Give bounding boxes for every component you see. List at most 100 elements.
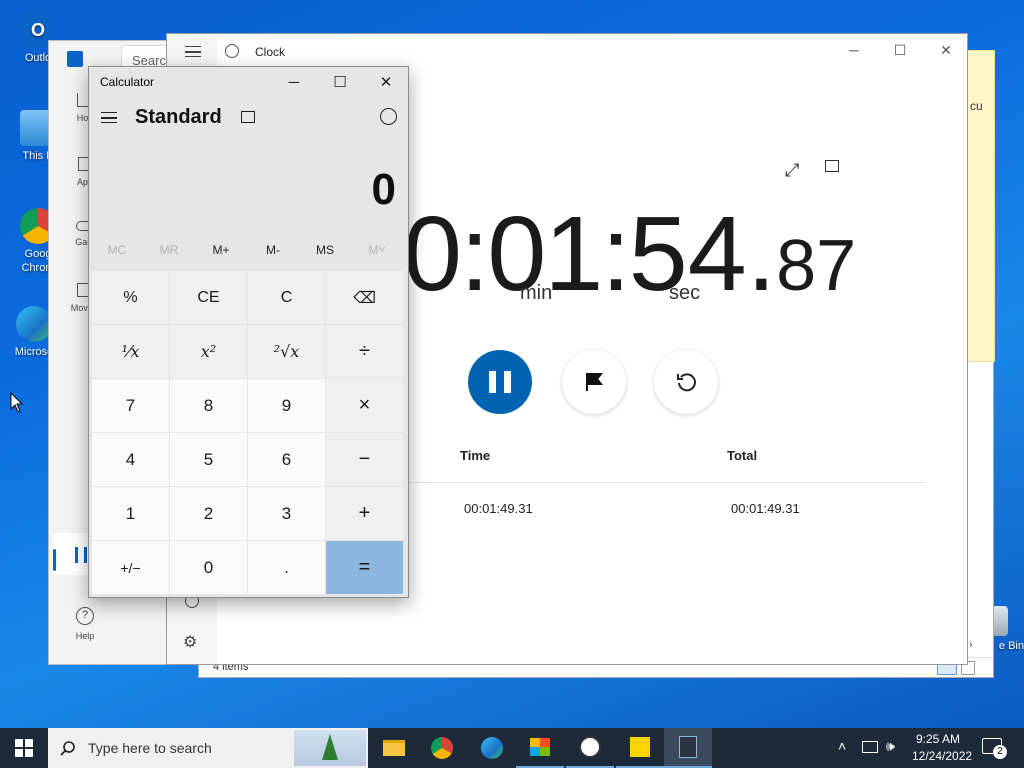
stopwatch-hundredths: 87 [776,226,857,306]
pause-icon [489,371,511,393]
taskbar: Type here to search ˄ 🕪 9:25 AM 12/24/20… [0,728,1024,768]
taskbar-edge[interactable] [468,728,516,768]
stopwatch-time-display: 0:01:54.87 [403,194,856,315]
sticky-note-text: cu [970,99,983,113]
memory-store-button[interactable]: MS [299,243,351,257]
expand-icon[interactable]: ⤢ [785,160,799,181]
digit-9-button[interactable]: 9 [248,379,325,432]
square-button[interactable]: x² [170,325,247,378]
digit-2-button[interactable]: 2 [170,487,247,540]
clock-maximize-button[interactable]: ☐ [877,34,923,66]
lap-time: 00:01:49.31 [464,501,533,516]
equals-button[interactable]: = [326,541,403,594]
compact-overlay-icon[interactable] [825,160,839,172]
folder-icon [383,740,405,756]
clear-button[interactable]: C [248,271,325,324]
memory-add-button[interactable]: M+ [195,243,247,257]
calculator-window: Calculator ─ ☐ ✕ Standard 0 MC MR M+ M- … [88,66,409,598]
windows-logo-icon [15,739,33,757]
calc-mode-title: Standard [135,106,222,128]
notification-count-badge: 2 [993,745,1007,759]
calc-close-button[interactable]: ✕ [363,67,409,97]
digit-7-button[interactable]: 7 [92,379,169,432]
memory-clear-button[interactable]: MC [91,243,143,257]
settings-gear-icon[interactable]: ⚙ [183,632,197,652]
taskbar-search-placeholder: Type here to search [88,740,212,756]
hamburger-menu-icon[interactable] [185,46,201,57]
digit-8-button[interactable]: 8 [170,379,247,432]
clear-entry-button[interactable]: CE [170,271,247,324]
lap-total: 00:01:49.31 [731,501,800,516]
edge-icon [16,306,52,342]
chrome-icon [431,737,453,759]
taskbar-clock[interactable] [566,728,614,768]
memory-subtract-button[interactable]: M- [247,243,299,257]
laps-header-total: Total [727,448,758,463]
digit-1-button[interactable]: 1 [92,487,169,540]
decimal-button[interactable]: . [248,541,325,594]
laps-row: 00:01:49.31 00:01:49.31 [409,498,925,522]
network-icon[interactable] [862,741,878,753]
taskbar-time[interactable]: 9:25 AM [916,732,960,746]
percent-button[interactable]: % [92,271,169,324]
calculator-window-title: Calculator [100,75,155,89]
help-icon: ? [76,607,94,625]
keep-on-top-icon[interactable] [241,111,255,123]
digit-6-button[interactable]: 6 [248,433,325,486]
store-logo-icon [67,51,83,67]
seconds-unit-label: sec [669,282,701,304]
lap-button[interactable] [562,350,626,414]
multiply-button[interactable]: × [326,379,403,432]
reciprocal-button[interactable]: ¹⁄x [92,325,169,378]
clock-minimize-button[interactable]: ─ [831,34,877,66]
subtract-button[interactable]: − [326,433,403,486]
digit-4-button[interactable]: 4 [92,433,169,486]
taskbar-chrome[interactable] [418,728,466,768]
stopwatch-dot: . [746,195,777,313]
calc-minimize-button[interactable]: ─ [271,67,317,97]
digit-3-button[interactable]: 3 [248,487,325,540]
add-button[interactable]: + [326,487,403,540]
explorer-scroll-right-arrow[interactable]: › [969,639,973,651]
reset-icon [677,373,696,392]
calc-menu-icon[interactable] [101,112,117,123]
mouse-cursor-icon [10,392,24,413]
store-nav-help[interactable]: ? Help [49,607,121,641]
laps-header-time: Time [460,448,491,463]
digit-0-button[interactable]: 0 [170,541,247,594]
taskbar-date[interactable]: 12/24/2022 [912,749,972,763]
reset-button[interactable] [654,350,718,414]
clock-window-title: Clock [255,45,286,59]
calc-display: 0 [371,165,396,214]
taskbar-calculator[interactable] [664,728,712,768]
start-button[interactable] [0,728,48,768]
sticky-notes-icon [630,737,650,757]
notification-center-button[interactable]: 2 [982,738,1007,759]
clock-icon [579,736,601,758]
digit-5-button[interactable]: 5 [170,433,247,486]
taskbar-store[interactable] [516,728,564,768]
taskbar-search-box[interactable]: Type here to search [48,728,368,768]
memory-recall-button[interactable]: MR [143,243,195,257]
memory-list-button[interactable]: M˅ [351,243,403,257]
divide-button[interactable]: ÷ [326,325,403,378]
downloads-bar-icon [75,547,87,563]
store-bag-icon [530,738,550,756]
store-active-indicator [53,549,56,571]
clock-app-icon [225,44,239,58]
show-hidden-icons-chevron[interactable]: ˄ [838,738,846,754]
pause-button[interactable] [468,350,532,414]
calc-maximize-button[interactable]: ☐ [317,67,363,97]
minutes-unit-label: min [520,282,553,304]
square-root-button[interactable]: ²√x [248,325,325,378]
taskbar-sticky-notes[interactable] [616,728,664,768]
clock-close-button[interactable]: ✕ [923,34,969,66]
backspace-button[interactable]: ⌫ [326,271,403,324]
history-icon[interactable] [380,108,397,125]
volume-icon[interactable]: 🕪 [886,738,895,755]
negate-button[interactable]: +/− [92,541,169,594]
edge-icon [481,737,503,759]
stopwatch-hours-minutes: 0:01: [403,195,631,313]
search-highlight-image [294,730,366,766]
taskbar-file-explorer[interactable] [370,728,418,768]
